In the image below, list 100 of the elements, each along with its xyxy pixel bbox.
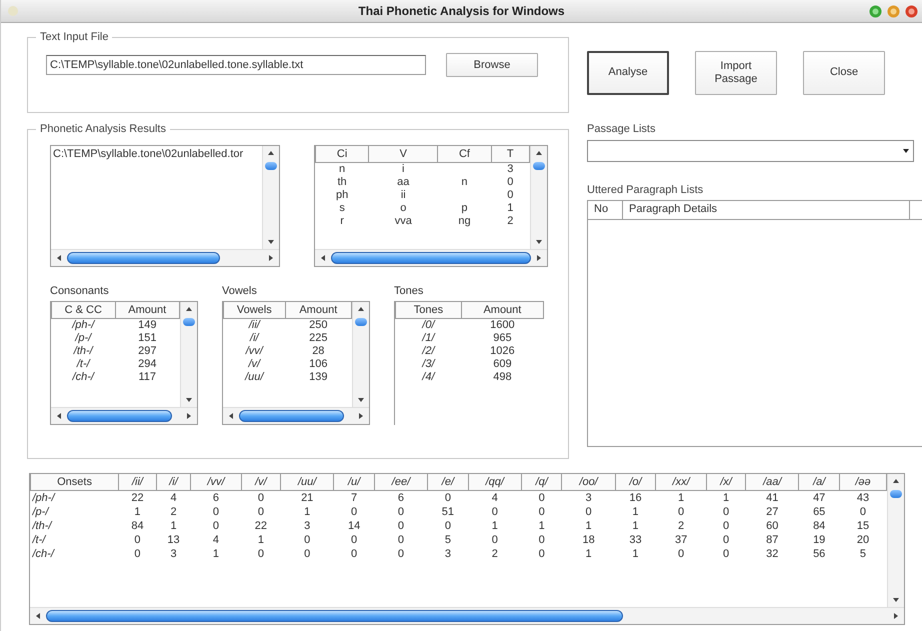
column-header[interactable]: /x/ xyxy=(706,474,746,490)
scroll-left-icon[interactable] xyxy=(228,412,234,420)
column-header[interactable]: /xx/ xyxy=(656,474,706,490)
column-header[interactable]: Onsets xyxy=(30,474,119,490)
action-button[interactable]: Close xyxy=(803,51,885,95)
vertical-scrollbar[interactable] xyxy=(180,302,197,407)
scroll-up-icon[interactable] xyxy=(185,306,193,312)
scroll-thumb[interactable] xyxy=(265,162,277,170)
column-header[interactable]: /v/ xyxy=(241,474,281,490)
scroll-thumb[interactable] xyxy=(67,252,220,264)
maximize-button[interactable] xyxy=(869,4,882,18)
table-cell: 20 xyxy=(856,534,870,546)
scroll-thumb[interactable] xyxy=(890,490,902,498)
scroll-down-icon[interactable] xyxy=(357,397,365,403)
list-label: Consonants xyxy=(50,285,110,297)
column-header[interactable]: Tones xyxy=(396,302,462,318)
table-cell: /p-/ xyxy=(75,332,92,344)
column-header[interactable]: /ee/ xyxy=(374,474,428,490)
vertical-scrollbar[interactable] xyxy=(352,302,369,407)
column-header[interactable]: /əə xyxy=(839,474,886,490)
table-cell: 0 xyxy=(212,506,220,518)
scroll-thumb[interactable] xyxy=(331,252,531,264)
browse-button[interactable]: Browse xyxy=(446,53,538,77)
column-header[interactable]: /uu/ xyxy=(280,474,334,490)
table-cell: 1 xyxy=(722,492,730,504)
column-header[interactable]: Ci xyxy=(316,146,369,162)
scroll-right-icon[interactable] xyxy=(358,412,364,420)
scroll-right-icon[interactable] xyxy=(268,254,274,262)
column-header[interactable]: /vv/ xyxy=(190,474,242,490)
close-button[interactable] xyxy=(905,4,918,18)
scroll-down-icon[interactable] xyxy=(185,397,193,403)
column-header[interactable]: C & CC xyxy=(52,302,116,318)
scroll-up-icon[interactable] xyxy=(535,150,543,156)
scroll-right-icon[interactable] xyxy=(186,412,192,420)
scroll-thumb[interactable] xyxy=(239,410,344,422)
scroll-thumb[interactable] xyxy=(67,410,172,422)
file-list[interactable]: C:\TEMP\syllable.tone\02unlabelled.tor xyxy=(50,145,280,267)
column-header[interactable]: /oo/ xyxy=(562,474,616,490)
scroll-up-icon[interactable] xyxy=(357,306,365,312)
table-cell: 1 xyxy=(304,506,310,518)
column-header[interactable]: /u/ xyxy=(334,474,374,490)
column-header[interactable]: /q/ xyxy=(521,474,562,490)
column-header[interactable]: /ii/ xyxy=(118,474,156,490)
horizontal-scrollbar[interactable] xyxy=(30,607,904,624)
action-button[interactable]: Analyse xyxy=(587,51,669,95)
column-header[interactable]: V xyxy=(368,146,438,162)
column-header[interactable]: /qq/ xyxy=(468,474,522,490)
file-path-field[interactable]: C:\TEMP\syllable.tone\02unlabelled.tone.syllable.txt xyxy=(46,55,426,75)
scroll-thumb[interactable] xyxy=(355,318,367,326)
scroll-thumb[interactable] xyxy=(533,162,545,170)
horizontal-scrollbar[interactable] xyxy=(51,249,279,266)
column-header[interactable]: No xyxy=(588,201,623,219)
column-header[interactable]: /a/ xyxy=(798,474,840,490)
list-label: Vowels xyxy=(222,285,258,297)
scroll-right-icon[interactable] xyxy=(893,612,899,620)
vertical-scrollbar[interactable] xyxy=(262,146,279,249)
column-header[interactable]: Vowels xyxy=(224,302,286,318)
table-cell: 65 xyxy=(813,506,826,518)
column-header[interactable]: Amount xyxy=(461,302,544,318)
table-cell: /2/ xyxy=(422,345,435,357)
horizontal-scrollbar[interactable] xyxy=(51,407,197,424)
table-cell: ph xyxy=(336,189,348,201)
column-header[interactable]: T xyxy=(491,146,530,162)
horizontal-scrollbar[interactable] xyxy=(223,407,369,424)
table-cell: /i/ xyxy=(250,332,259,344)
table-cell: /th-/ xyxy=(32,520,52,532)
column-header[interactable]: /o/ xyxy=(615,474,656,490)
column-header[interactable]: Cf xyxy=(438,146,492,162)
scroll-left-icon[interactable] xyxy=(35,612,41,620)
scroll-thumb[interactable] xyxy=(46,610,623,622)
table-cell: 2 xyxy=(678,520,684,532)
scroll-down-icon[interactable] xyxy=(535,239,543,245)
action-button[interactable]: Import Passage xyxy=(695,51,777,95)
scroll-left-icon[interactable] xyxy=(56,412,62,420)
scroll-thumb[interactable] xyxy=(183,318,195,326)
vertical-scrollbar[interactable] xyxy=(530,146,547,249)
dropdown-caret-icon[interactable] xyxy=(902,148,910,154)
scroll-down-icon[interactable] xyxy=(892,597,900,603)
table-cell: 1 xyxy=(212,548,220,560)
scroll-right-icon[interactable] xyxy=(536,254,542,262)
column-header[interactable]: Paragraph Details xyxy=(623,201,910,219)
scroll-left-icon[interactable] xyxy=(56,254,62,262)
column-header[interactable]: Amount xyxy=(115,302,180,318)
table-cell: n xyxy=(339,163,346,175)
vertical-scrollbar[interactable] xyxy=(887,474,904,607)
horizontal-scrollbar[interactable] xyxy=(315,249,547,266)
table-cell: /t-/ xyxy=(32,534,46,546)
scroll-up-icon[interactable] xyxy=(267,150,275,156)
scroll-up-icon[interactable] xyxy=(892,478,900,484)
scroll-left-icon[interactable] xyxy=(320,254,326,262)
column-header[interactable]: /i/ xyxy=(156,474,191,490)
list-item[interactable]: C:\TEMP\syllable.tone\02unlabelled.tor xyxy=(51,146,262,162)
table-cell: 5 xyxy=(444,534,451,546)
table-cell: 0 xyxy=(398,506,404,518)
column-header[interactable]: /aa/ xyxy=(746,474,799,490)
column-header[interactable]: /e/ xyxy=(428,474,468,490)
table-cell: 3 xyxy=(170,548,177,560)
list-label: Uttered Paragraph Lists xyxy=(587,184,704,196)
column-header[interactable]: Amount xyxy=(285,302,352,318)
scroll-down-icon[interactable] xyxy=(267,239,275,245)
